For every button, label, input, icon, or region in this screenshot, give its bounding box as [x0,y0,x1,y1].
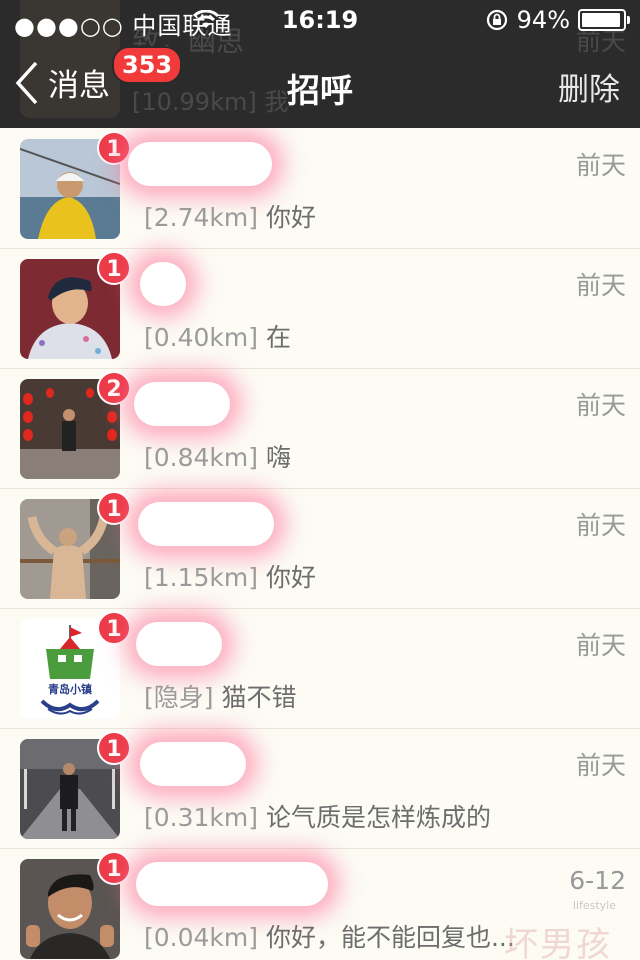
redacted-name [140,742,246,786]
distance-label: [0.31km] [144,803,259,832]
message-text: 嗨 [265,443,291,472]
logo-text: 青岛小镇 [48,682,92,696]
timestamp: 前天 [575,271,626,300]
battery-icon [578,9,630,31]
conversation-row[interactable]: 1 [2.74km] 你好 前天 [0,128,640,249]
rotation-lock-icon [486,9,507,31]
message-text: 在 [265,323,291,352]
timestamp: 前天 [575,511,626,540]
delete-button[interactable]: 删除 [558,64,620,109]
unread-badge: 1 [97,491,131,525]
unread-badge: 1 [97,131,131,165]
conversation-row[interactable]: 2 [0.84km] 嗨 前天 [0,368,640,489]
timestamp: 前天 [575,151,626,180]
status-bar: ●●●○○ 中国联通 16:19 94% [0,0,640,40]
redacted-name [128,142,272,186]
message-text: 你好 [265,563,316,592]
message-text: 论气质是怎样炼成的 [265,803,491,832]
watermark-text: 坏男孩 [504,925,612,960]
timestamp: 6-12 [569,866,626,895]
page-title: 招呼 [287,71,353,110]
timestamp: 前天 [575,631,626,660]
redacted-name [134,382,230,426]
message-text: 你好，能不能回复也... [265,923,515,952]
message-snippet: [0.31km] 论气质是怎样炼成的 [144,798,491,834]
watermark-sub: lifestyle [572,899,616,912]
unread-badge: 1 [97,731,131,765]
message-text: 你好 [265,203,316,232]
message-snippet: [0.40km] 在 [144,318,291,354]
unread-badge: 1 [97,251,131,285]
conversation-row[interactable]: 青岛小镇 1 [隐身] 猫不错 前天 [0,608,640,729]
timestamp: 前天 [575,391,626,420]
distance-label: [0.04km] [144,923,259,952]
conversation-row[interactable]: 1 [0.31km] 论气质是怎样炼成的 前天 [0,728,640,849]
message-snippet: [0.04km] 你好，能不能回复也... [144,918,515,954]
redacted-name [136,622,222,666]
timestamp: 前天 [575,751,626,780]
message-text: 猫不错 [221,683,297,712]
message-snippet: [隐身] 猫不错 [144,678,296,714]
conversation-row[interactable]: 1 [0.40km] 在 前天 [0,248,640,369]
unread-badge: 2 [97,371,131,405]
message-snippet: [0.84km] 嗨 [144,438,291,474]
distance-label: [隐身] [144,683,214,712]
message-snippet: [1.15km] 你好 [144,558,316,594]
redacted-name [136,862,328,906]
unread-badge: 1 [97,851,131,885]
conversation-row[interactable]: 1 [0.04km] 你好，能不能回复也... 6-12 lifestyle 坏男… [0,848,640,960]
distance-label: [1.15km] [144,563,259,592]
unread-badge: 1 [97,611,131,645]
conversation-list: 1 [2.74km] 你好 前天 1 [0.40km] 在 前天 2 [0.84… [0,128,640,960]
conversation-row[interactable]: 1 [1.15km] 你好 前天 [0,488,640,609]
watermark: lifestyle 坏男孩 [504,899,616,960]
nav-header: 致，幽思 [10.99km] 我 前天 ●●●○○ 中国联通 16:19 94%… [0,0,640,128]
distance-label: [0.84km] [144,443,259,472]
redacted-name [138,502,274,546]
redacted-name [140,262,186,306]
message-snippet: [2.74km] 你好 [144,198,316,234]
battery-percent: 94% [516,6,570,34]
distance-label: [0.40km] [144,323,259,352]
distance-label: [2.74km] [144,203,259,232]
